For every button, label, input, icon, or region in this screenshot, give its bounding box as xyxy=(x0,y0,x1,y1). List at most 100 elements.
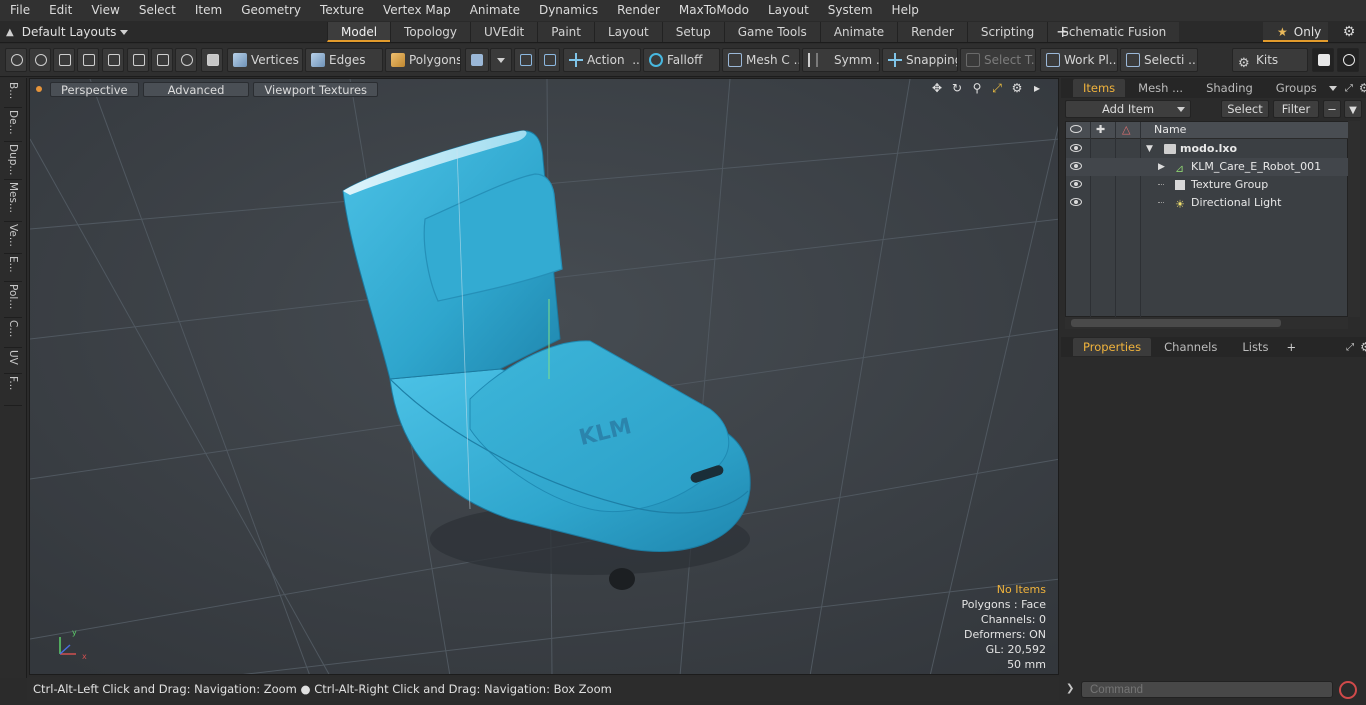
list-item[interactable]: ▶ ⊿ KLM_Care_E_Robot_001 xyxy=(1066,158,1349,176)
align-tool[interactable] xyxy=(102,48,124,72)
advanced-button[interactable]: Advanced xyxy=(142,81,250,97)
menu-dynamics[interactable]: Dynamics xyxy=(529,0,607,21)
menu-file[interactable]: File xyxy=(0,0,39,21)
left-tab-vertex[interactable]: Ve... xyxy=(4,224,22,254)
menu-select[interactable]: Select xyxy=(129,0,185,21)
menu-geometry[interactable]: Geometry xyxy=(231,0,310,21)
zoom-view-icon[interactable]: ⚲ xyxy=(970,81,984,95)
tab-channels[interactable]: Channels xyxy=(1154,338,1227,356)
timer-tool[interactable] xyxy=(175,48,197,72)
add-item-button[interactable]: Add Item xyxy=(1065,100,1191,118)
work-plane-button[interactable]: Work Pl... xyxy=(1040,48,1118,72)
rotate-view-icon[interactable]: ↻ xyxy=(950,81,964,95)
list-item[interactable]: ▼ modo.lxo xyxy=(1066,140,1349,158)
left-tab-curve[interactable]: C... xyxy=(4,320,22,348)
select-button[interactable]: Select xyxy=(1221,100,1269,118)
filter-button[interactable]: Filter xyxy=(1273,100,1319,118)
polygons-button[interactable]: Polygons xyxy=(385,48,461,72)
vertices-button[interactable]: Vertices xyxy=(227,48,303,72)
perspective-button[interactable]: Perspective xyxy=(50,81,139,97)
mode-dropdown[interactable] xyxy=(490,48,512,72)
mesh-constraint-button[interactable]: Mesh C ... xyxy=(722,48,800,72)
left-tab-basic[interactable]: B... xyxy=(4,82,22,108)
items-mode[interactable] xyxy=(201,48,223,72)
tab-groups[interactable]: Groups xyxy=(1266,79,1327,97)
tab-model[interactable]: Model xyxy=(327,22,391,42)
menu-maxtomodo[interactable]: MaxToModo xyxy=(669,0,758,21)
symmetry-cube-tool[interactable] xyxy=(514,48,536,72)
viewport-textures-button[interactable]: Viewport Textures xyxy=(253,81,379,97)
action-center-button[interactable]: Action ... xyxy=(563,48,641,72)
viewport-gear-icon[interactable]: ⚙ xyxy=(1010,81,1024,95)
expand-panel-icon[interactable]: ⤢ xyxy=(1345,83,1353,94)
list-item[interactable]: Texture Group xyxy=(1066,176,1349,194)
eye-icon[interactable] xyxy=(1070,144,1082,152)
tab-topology[interactable]: Topology xyxy=(390,22,471,42)
left-tab-fusion[interactable]: F... xyxy=(4,376,22,406)
menu-system[interactable]: System xyxy=(818,0,882,21)
menu-texture[interactable]: Texture xyxy=(310,0,373,21)
left-tab-mesh[interactable]: Mes... xyxy=(4,182,22,222)
tab-setup[interactable]: Setup xyxy=(661,22,724,42)
tab-animate[interactable]: Animate xyxy=(819,22,898,42)
left-tab-duplicate[interactable]: Dup... xyxy=(4,144,22,180)
add-tab-icon[interactable]: + xyxy=(1056,22,1072,42)
material-mode[interactable] xyxy=(465,48,489,72)
pen-tool[interactable] xyxy=(53,48,75,72)
scrollbar-thumb[interactable] xyxy=(1071,319,1281,327)
edges-button[interactable]: Edges xyxy=(305,48,383,72)
expand-panel-icon[interactable]: ⤢ xyxy=(1346,342,1354,353)
snap-cube-tool[interactable] xyxy=(538,48,560,72)
tab-render[interactable]: Render xyxy=(897,22,967,42)
menu-layout[interactable]: Layout xyxy=(758,0,818,21)
gear-icon[interactable]: ⚙ xyxy=(1340,23,1358,41)
eye-icon[interactable] xyxy=(1070,162,1082,170)
unity-button[interactable] xyxy=(1312,48,1334,72)
brush-tool[interactable] xyxy=(77,48,99,72)
menu-vertex-map[interactable]: Vertex Map xyxy=(373,0,460,21)
move-view-icon[interactable]: ✥ xyxy=(930,81,944,95)
symmetry-button[interactable]: Symm ... xyxy=(802,48,880,72)
panel-gear-icon[interactable]: ⚙ xyxy=(1360,340,1366,354)
list-item[interactable]: ☀ Directional Light xyxy=(1066,194,1349,212)
menu-help[interactable]: Help xyxy=(882,0,928,21)
unreal-button[interactable] xyxy=(1337,48,1359,72)
3d-viewport[interactable]: KLM y x Perspective Advanced Viewport Te… xyxy=(29,78,1059,675)
tab-shading[interactable]: Shading xyxy=(1196,79,1263,97)
items-vertical-scrollbar[interactable] xyxy=(1348,121,1360,317)
snap-box-tool[interactable] xyxy=(151,48,173,72)
tab-mesh[interactable]: Mesh ... xyxy=(1128,79,1193,97)
tab-items[interactable]: Items xyxy=(1073,79,1126,97)
funnel-button[interactable]: ▼ xyxy=(1344,100,1362,118)
snapping-button[interactable]: Snapping xyxy=(882,48,958,72)
menu-view[interactable]: View xyxy=(81,0,128,21)
tab-properties[interactable]: Properties xyxy=(1073,338,1152,356)
kits-button[interactable]: ⚙ Kits xyxy=(1232,48,1308,72)
menu-edit[interactable]: Edit xyxy=(39,0,81,21)
add-tab-icon[interactable]: + xyxy=(1286,340,1296,354)
tab-lists[interactable]: Lists xyxy=(1230,338,1280,356)
selection-sets-button[interactable]: Selecti ... xyxy=(1120,48,1198,72)
name-column-header[interactable]: Name xyxy=(1154,123,1186,136)
items-horizontal-scrollbar[interactable] xyxy=(1065,317,1348,329)
globe-tool[interactable] xyxy=(29,48,51,72)
left-tab-deform[interactable]: De... xyxy=(4,110,22,142)
only-toggle[interactable]: ★ Only xyxy=(1263,22,1328,42)
layouts-dropdown[interactable]: ▲ Default Layouts xyxy=(6,21,129,43)
record-macro-icon[interactable] xyxy=(1339,681,1357,699)
tab-game-tools[interactable]: Game Tools xyxy=(723,22,820,42)
collapse-button[interactable]: − xyxy=(1323,100,1341,118)
tab-layout[interactable]: Layout xyxy=(593,22,662,42)
panel-gear-icon[interactable]: ⚙ xyxy=(1359,81,1366,95)
transform-tool[interactable] xyxy=(127,48,149,72)
viewport-scene[interactable]: KLM y x xyxy=(30,79,1059,675)
falloff-button[interactable]: Falloff xyxy=(643,48,720,72)
command-arrow-icon[interactable]: ❯ xyxy=(1066,683,1074,694)
menu-render[interactable]: Render xyxy=(607,0,669,21)
expand-arrow-icon[interactable]: ▶ xyxy=(1158,158,1165,176)
select-through-button[interactable]: Select T... xyxy=(960,48,1036,72)
left-tab-edge[interactable]: E... xyxy=(4,256,22,282)
menu-animate[interactable]: Animate xyxy=(460,0,529,21)
eye-icon[interactable] xyxy=(1070,198,1082,206)
tab-uvedit[interactable]: UVEdit xyxy=(470,22,538,42)
